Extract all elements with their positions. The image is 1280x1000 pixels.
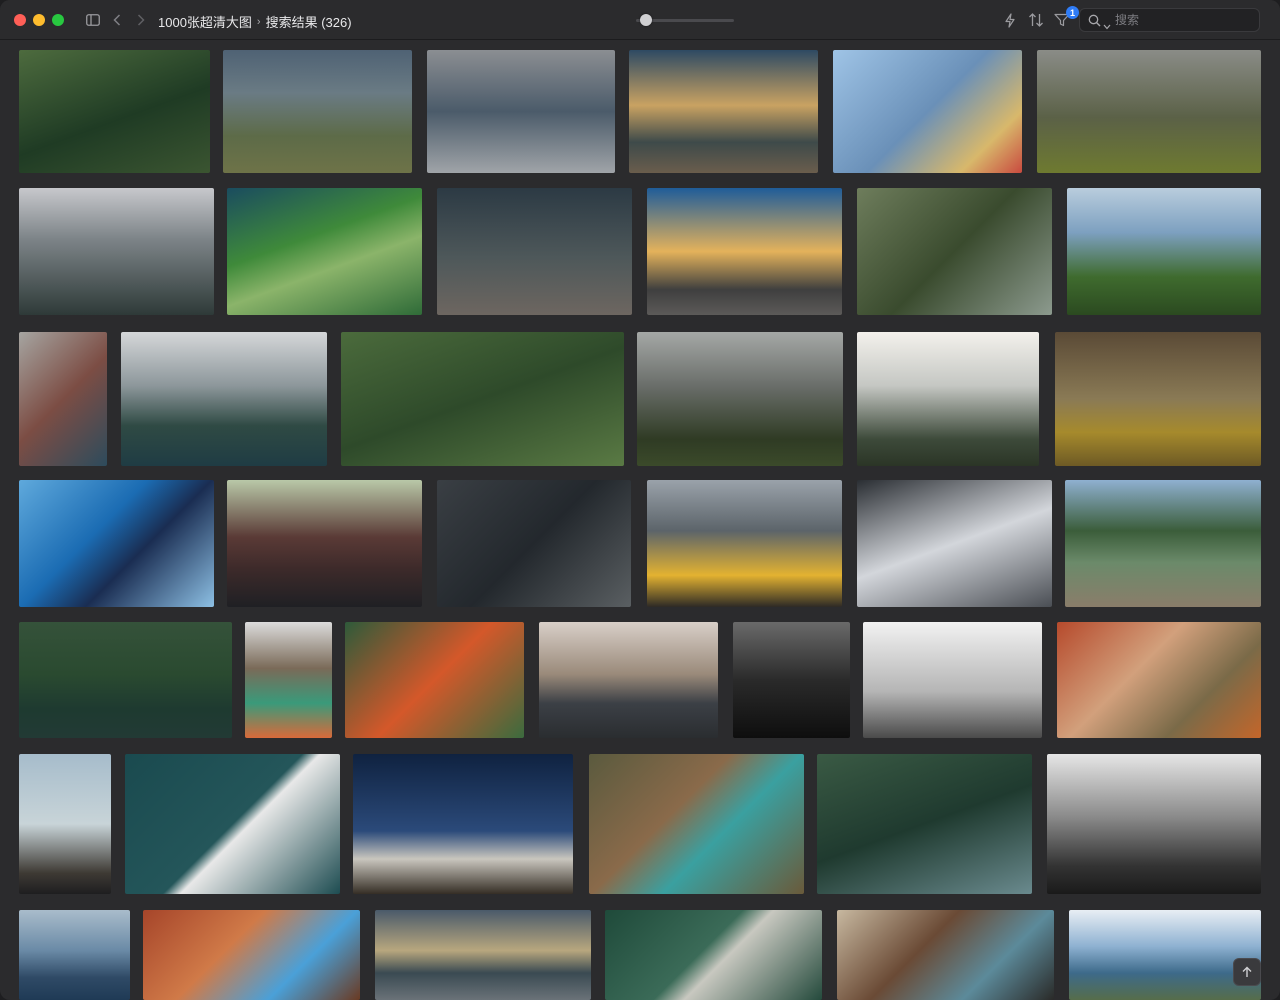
breadcrumb-separator-icon: › (256, 15, 261, 28)
image-thumbnail[interactable] (1055, 332, 1261, 466)
toolbar: 1000张超清大图 › 搜索结果 (326) 1 (0, 0, 1280, 40)
image-thumbnail[interactable] (1067, 188, 1261, 315)
image-thumbnail[interactable] (605, 910, 822, 1000)
image-thumbnail[interactable] (1057, 622, 1261, 738)
image-thumbnail[interactable] (19, 910, 130, 1000)
image-thumbnail[interactable] (539, 622, 718, 738)
search-results-title: 搜索结果 (326) (265, 15, 352, 30)
image-thumbnail[interactable] (121, 332, 327, 466)
breadcrumb: 1000张超清大图 › 搜索结果 (326) (158, 12, 352, 31)
image-thumbnail[interactable] (19, 332, 107, 466)
image-thumbnail[interactable] (227, 480, 422, 607)
image-thumbnail[interactable] (837, 910, 1054, 1000)
image-thumbnail[interactable] (227, 188, 422, 315)
image-thumbnail[interactable] (375, 910, 591, 1000)
image-thumbnail[interactable] (345, 622, 524, 738)
image-thumbnail[interactable] (143, 910, 360, 1000)
lightning-icon[interactable] (1001, 10, 1019, 30)
image-thumbnail[interactable] (437, 480, 631, 607)
image-thumbnail[interactable] (353, 754, 573, 894)
image-thumbnail[interactable] (857, 480, 1052, 607)
filter-count-badge: 1 (1066, 6, 1079, 19)
image-thumbnail[interactable] (427, 50, 615, 173)
image-thumbnail[interactable] (1069, 910, 1261, 1000)
image-thumbnail[interactable] (1037, 50, 1261, 173)
image-thumbnail[interactable] (589, 754, 804, 894)
app-window: 1000张超清大图 › 搜索结果 (326) 1 (0, 0, 1280, 1000)
image-thumbnail[interactable] (647, 480, 842, 607)
image-thumbnail[interactable] (629, 50, 818, 173)
image-thumbnail[interactable] (637, 332, 843, 466)
image-thumbnail[interactable] (341, 332, 624, 466)
image-thumbnail[interactable] (19, 754, 111, 894)
image-thumbnail[interactable] (19, 480, 214, 607)
search-input[interactable] (1115, 12, 1255, 28)
image-thumbnail[interactable] (19, 188, 214, 315)
image-thumbnail[interactable] (1065, 480, 1261, 607)
minimize-button[interactable] (33, 14, 45, 26)
arrow-up-icon (1242, 966, 1252, 977)
image-thumbnail[interactable] (223, 50, 412, 173)
image-thumbnail[interactable] (19, 50, 210, 173)
image-thumbnail[interactable] (833, 50, 1022, 173)
image-thumbnail[interactable] (857, 188, 1052, 315)
folder-title[interactable]: 1000张超清大图 (158, 12, 252, 31)
image-thumbnail[interactable] (817, 754, 1032, 894)
search-field[interactable] (1079, 8, 1260, 32)
chevron-right-icon[interactable] (134, 10, 148, 30)
zoom-slider-knob[interactable] (639, 14, 652, 26)
image-thumbnail[interactable] (857, 332, 1039, 466)
image-thumbnail[interactable] (125, 754, 340, 894)
chevron-down-icon[interactable] (1103, 17, 1111, 35)
image-thumbnail[interactable] (437, 188, 632, 315)
image-thumbnail[interactable] (863, 622, 1042, 738)
zoom-button[interactable] (52, 14, 64, 26)
chevron-left-icon[interactable] (110, 10, 124, 30)
image-thumbnail[interactable] (245, 622, 332, 738)
image-thumbnail[interactable] (1047, 754, 1261, 894)
image-thumbnail[interactable] (19, 622, 232, 738)
sort-icon[interactable] (1026, 10, 1046, 30)
image-thumbnail[interactable] (733, 622, 850, 738)
sidebar-icon[interactable] (85, 10, 101, 30)
scroll-to-top-button[interactable] (1233, 958, 1261, 986)
image-thumbnail[interactable] (647, 188, 842, 315)
search-icon[interactable] (1088, 14, 1101, 32)
close-button[interactable] (14, 14, 26, 26)
